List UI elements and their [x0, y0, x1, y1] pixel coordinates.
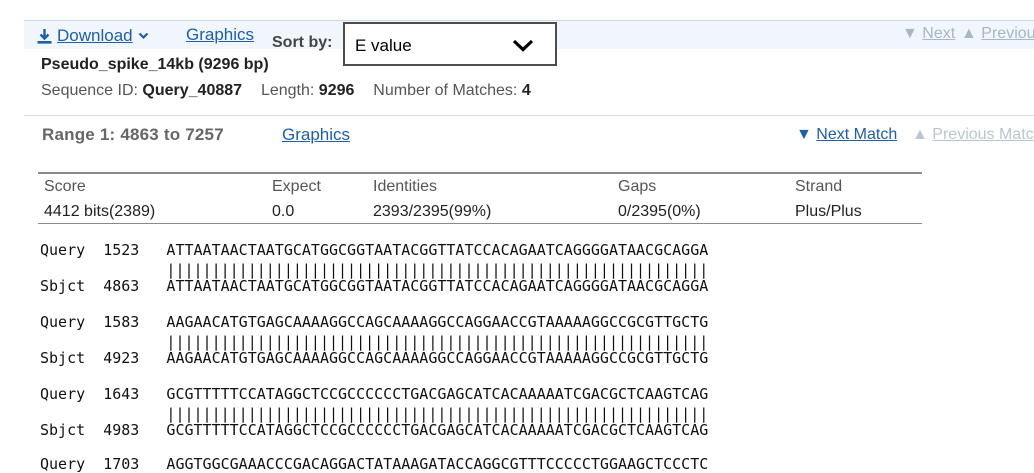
stat-header-gaps: Gaps [618, 178, 657, 195]
stat-value-identities: 2393/2395(99%) [373, 203, 492, 220]
length-value: 9296 [318, 82, 355, 99]
next-link[interactable]: ▼ Next [902, 25, 955, 43]
previous-match-link[interactable]: ▲ Previous Matc [912, 126, 1034, 144]
stat-header-strand: Strand [795, 178, 843, 195]
matches-label: Number of Matches: [373, 82, 518, 99]
length-label: Length: [260, 82, 315, 99]
alignment-query-line: Query 1703 AGGTGGCGAAACCCGACAGGACTATAAAG… [40, 455, 709, 473]
alignment-subject-line: Sbjct 4923 AAGAACATGTGAGCAAAAGGCCAGCAAAA… [40, 349, 709, 367]
sort-select-value: E value [355, 36, 412, 55]
stat-value-gaps: 0/2395(0%) [618, 203, 701, 220]
chevron-down-icon [138, 32, 148, 40]
sort-label: Sort by: [272, 34, 333, 51]
previous-arrow-icon: ▲ [961, 25, 977, 42]
stat-header-identities: Identities [373, 178, 438, 195]
graphics-link[interactable]: Graphics [186, 25, 254, 45]
next-match-link[interactable]: ▼ Next Match [796, 126, 897, 144]
range-graphics-link[interactable]: Graphics [282, 125, 350, 145]
sequence-id-label: Sequence ID: [41, 82, 138, 99]
alignment-subject-line: Sbjct 4863 ATTAATAACTAATGCATGGCGGTAATACG… [40, 277, 709, 295]
stat-value-strand: Plus/Plus [795, 203, 862, 220]
alignment-query-line: Query 1523 ATTAATAACTAATGCATGGCGGTAATACG… [40, 241, 709, 259]
stat-value-expect: 0.0 [272, 203, 295, 220]
next-arrow-icon: ▼ [902, 25, 918, 42]
previous-match-arrow-icon: ▲ [912, 126, 928, 143]
previous-label: Previou [981, 25, 1034, 42]
next-label: Next [922, 25, 956, 42]
sort-select[interactable]: E value [343, 22, 557, 66]
matches-value: 4 [521, 82, 531, 99]
range-title: Range 1: 4863 to 7257 [42, 125, 224, 144]
download-menu-button[interactable]: Download [36, 26, 149, 46]
download-label: Download [57, 26, 133, 45]
divider [24, 115, 1034, 116]
next-match-arrow-icon: ▼ [796, 126, 812, 143]
alignment-query-line: Query 1643 GCGTTTTTCCATAGGCTCCGCCCCCCTGA… [40, 385, 709, 403]
alignment-subject-line: Sbjct 4983 GCGTTTTTCCATAGGCTCCGCCCCCCTGA… [40, 421, 709, 439]
alignment-stats-table: Score Expect Identities Gaps Strand 4412… [38, 172, 922, 224]
stat-header-expect: Expect [272, 178, 321, 195]
stat-value-score: 4412 bits(2389) [44, 203, 156, 220]
sequence-info: Sequence ID: Query_40887 Length: 9296 Nu… [41, 82, 531, 100]
alignment-query-line: Query 1583 AAGAACATGTGAGCAAAAGGCCAGCAAAA… [40, 313, 709, 331]
next-match-label: Next Match [816, 126, 898, 143]
chevron-down-icon [512, 39, 534, 52]
download-icon [37, 28, 52, 44]
sequence-id-value: Query_40887 [142, 82, 243, 99]
sequence-title: Pseudo_spike_14kb (9296 bp) [41, 56, 269, 73]
stat-header-score: Score [44, 178, 86, 195]
previous-link[interactable]: ▲ Previou [961, 25, 1034, 43]
previous-match-label: Previous Matc [932, 126, 1034, 143]
